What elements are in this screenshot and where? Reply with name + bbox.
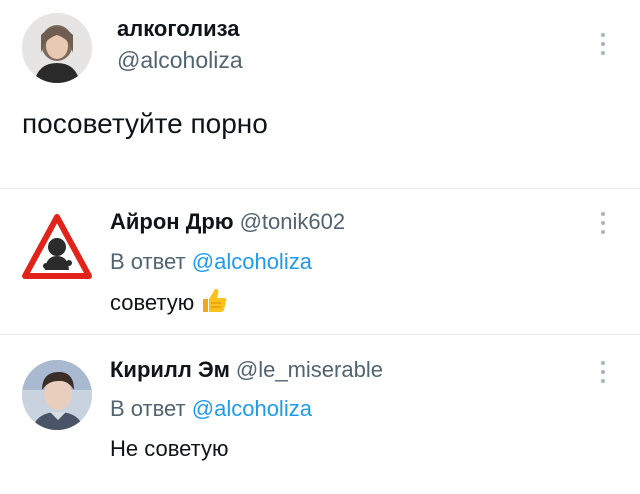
mention-link[interactable]: @alcoholiza (192, 249, 312, 274)
tweet-text: посоветуйте порно (22, 108, 268, 139)
author-avatar[interactable] (22, 13, 92, 83)
more-vertical-icon[interactable] (601, 33, 607, 55)
reply-author-name[interactable]: Кирилл Эм (110, 357, 230, 382)
reply-header: Айрон Дрю @tonik602 (110, 209, 345, 235)
more-vertical-icon[interactable] (601, 212, 607, 234)
in-reply-to: В ответ @alcoholiza (110, 396, 312, 422)
reply-author-name[interactable]: Айрон Дрю (110, 209, 234, 234)
reply-text-row: Не советую (110, 436, 229, 462)
reply-prefix: В ответ (110, 396, 186, 421)
reply-prefix: В ответ (110, 249, 186, 274)
reply-text: советую (110, 290, 195, 315)
reply-text-row: советую (110, 286, 228, 320)
in-reply-to: В ответ @alcoholiza (110, 249, 312, 275)
mention-link[interactable]: @alcoholiza (192, 396, 312, 421)
divider (0, 334, 640, 335)
reply-header: Кирилл Эм @le_miserable (110, 357, 383, 383)
thumbs-up-emoji (200, 286, 228, 320)
author-handle[interactable]: @alcoholiza (117, 47, 243, 74)
more-vertical-icon[interactable] (601, 361, 607, 383)
reply-avatar[interactable] (22, 214, 92, 284)
reply-author-handle[interactable]: @tonik602 (240, 209, 346, 234)
warning-triangle-avatar (22, 214, 92, 279)
reply-author-handle[interactable]: @le_miserable (236, 357, 383, 382)
reply-avatar[interactable] (22, 360, 92, 430)
reply-text: Не советую (110, 436, 229, 461)
divider (0, 188, 640, 189)
author-name[interactable]: алкоголиза (117, 16, 240, 42)
